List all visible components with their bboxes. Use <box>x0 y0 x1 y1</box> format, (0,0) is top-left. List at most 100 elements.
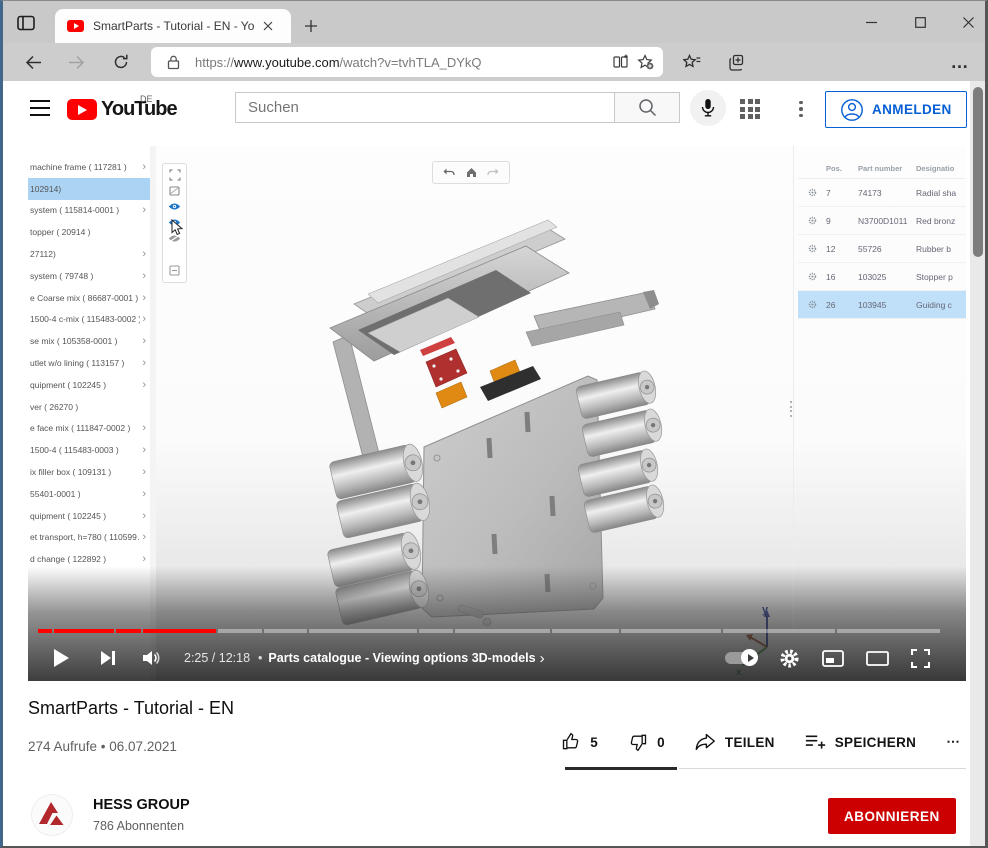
tree-item[interactable]: ix filler box ( 109131 )› <box>28 461 150 483</box>
tree-item[interactable]: e face mix ( 111847-0002 )› <box>28 418 150 440</box>
subscribe-button[interactable]: ABONNIEREN <box>828 798 956 834</box>
video-player[interactable]: machine frame ( 117281 )›102914)system (… <box>28 146 966 681</box>
scrollbar-thumb[interactable] <box>973 87 983 257</box>
box-view-icon[interactable] <box>168 185 181 196</box>
row-gear-icon[interactable] <box>798 300 826 309</box>
tree-item[interactable]: ver ( 26270 ) <box>28 396 150 418</box>
progress-segment-watched[interactable] <box>38 629 52 633</box>
forward-button[interactable] <box>63 49 89 75</box>
like-button[interactable]: 5 <box>561 732 598 752</box>
channel-avatar[interactable] <box>31 794 73 836</box>
guide-menu-icon[interactable] <box>30 100 50 116</box>
progress-segment[interactable] <box>309 629 417 633</box>
youtube-apps-icon[interactable] <box>738 97 762 121</box>
progress-segment[interactable] <box>218 629 262 633</box>
tree-item[interactable]: 1500-4 c-mix ( 115483-0002 )› <box>28 309 150 331</box>
tab-close-icon[interactable] <box>259 17 277 35</box>
tree-item[interactable]: system ( 79748 )› <box>28 265 150 287</box>
chevron-right-icon[interactable]: › <box>142 488 146 500</box>
progress-segment-watched[interactable] <box>116 629 141 633</box>
search-box[interactable] <box>235 92 615 123</box>
window-close-button[interactable] <box>951 9 985 35</box>
progress-segment[interactable] <box>455 629 550 633</box>
refresh-button[interactable] <box>108 49 134 75</box>
page-scrollbar[interactable] <box>970 81 985 848</box>
collections-icon[interactable] <box>725 49 751 75</box>
chapter-chevron-icon[interactable]: › <box>540 650 545 667</box>
chevron-right-icon[interactable]: › <box>142 357 146 369</box>
tree-item[interactable]: 102914) <box>28 178 150 200</box>
chevron-right-icon[interactable]: › <box>142 510 146 522</box>
progress-segment[interactable] <box>419 629 453 633</box>
table-row[interactable]: 774173Radial sha <box>798 179 966 207</box>
chevron-right-icon[interactable]: › <box>142 379 146 391</box>
progress-segment-watched[interactable] <box>54 629 114 633</box>
chevron-right-icon[interactable]: › <box>142 422 146 434</box>
channel-name[interactable]: HESS GROUP <box>93 797 190 813</box>
chevron-right-icon[interactable]: › <box>142 444 146 456</box>
tree-item[interactable]: se mix ( 105358-0001 )› <box>28 330 150 352</box>
chevron-right-icon[interactable]: › <box>142 270 146 282</box>
progress-segment[interactable] <box>552 629 619 633</box>
new-tab-button[interactable] <box>299 15 323 37</box>
undo-icon[interactable] <box>443 167 455 179</box>
tree-item[interactable]: system ( 115814-0001 )› <box>28 200 150 222</box>
table-row[interactable]: 1255726Rubber b <box>798 235 966 263</box>
play-button[interactable] <box>52 648 70 668</box>
tree-item[interactable]: e Coarse mix ( 86687-0001 )› <box>28 287 150 309</box>
split-screen-icon[interactable] <box>609 50 633 74</box>
save-button[interactable]: SPEICHERN <box>805 734 916 750</box>
progress-segment[interactable] <box>621 629 721 633</box>
more-actions-button[interactable]: ⋯ <box>946 734 960 750</box>
show-eye-icon[interactable] <box>168 201 181 212</box>
row-gear-icon[interactable] <box>798 216 826 225</box>
favorites-bar-icon[interactable] <box>679 49 705 75</box>
address-bar[interactable]: https://www.youtube.com/watch?v=tvhTLA_D… <box>151 47 663 77</box>
browser-settings-icon[interactable]: … <box>947 49 973 75</box>
tab-actions-menu-icon[interactable] <box>14 12 38 34</box>
miniplayer-icon[interactable] <box>822 650 844 667</box>
table-row[interactable]: 9N3700D1011Red bronz <box>798 207 966 235</box>
tree-item[interactable]: topper ( 20914 ) <box>28 221 150 243</box>
chapter-title[interactable]: Parts catalogue - Viewing options 3D-mod… <box>268 651 535 665</box>
progress-segment-watched[interactable] <box>143 629 216 633</box>
browser-tab[interactable]: SmartParts - Tutorial - EN - YouT <box>55 9 291 43</box>
tree-item[interactable]: quipment ( 102245 )› <box>28 505 150 527</box>
progress-bar[interactable] <box>38 629 942 633</box>
chevron-right-icon[interactable]: › <box>142 553 146 565</box>
panel-resize-handle[interactable] <box>790 401 792 417</box>
row-gear-icon[interactable] <box>798 272 826 281</box>
chevron-right-icon[interactable]: › <box>142 335 146 347</box>
theater-mode-icon[interactable] <box>866 651 889 666</box>
tree-item[interactable]: 1500-4 ( 115483-0003 )› <box>28 439 150 461</box>
collapse-icon[interactable] <box>168 265 181 276</box>
autoplay-toggle[interactable] <box>725 652 757 664</box>
fullscreen-icon[interactable] <box>911 649 930 668</box>
tree-item[interactable]: et transport, h=780 ( 110599…› <box>28 527 150 549</box>
add-favorite-icon[interactable] <box>633 50 657 74</box>
settings-gear-icon[interactable] <box>779 648 800 669</box>
youtube-logo[interactable]: YouTube <box>67 98 177 121</box>
chevron-right-icon[interactable]: › <box>142 204 146 216</box>
redo-icon[interactable] <box>487 167 499 179</box>
progress-segment[interactable] <box>723 629 835 633</box>
share-button[interactable]: TEILEN <box>695 733 775 751</box>
table-row[interactable]: 26103945Guiding c <box>798 291 966 319</box>
chevron-right-icon[interactable]: › <box>142 292 146 304</box>
tree-item[interactable]: machine frame ( 117281 )› <box>28 156 150 178</box>
voice-search-button[interactable] <box>690 90 726 126</box>
tree-item[interactable]: utlet w/o lining ( 113157 )› <box>28 352 150 374</box>
fit-view-icon[interactable] <box>168 169 181 180</box>
progress-segment[interactable] <box>837 629 940 633</box>
sign-in-button[interactable]: ANMELDEN <box>825 91 967 128</box>
table-row[interactable]: 16103025Stopper p <box>798 263 966 291</box>
tree-item[interactable]: quipment ( 102245 )› <box>28 374 150 396</box>
chevron-right-icon[interactable]: › <box>142 313 146 325</box>
search-button[interactable] <box>614 92 680 123</box>
row-gear-icon[interactable] <box>798 244 826 253</box>
chevron-right-icon[interactable]: › <box>142 531 146 543</box>
chevron-right-icon[interactable]: › <box>142 161 146 173</box>
chevron-right-icon[interactable]: › <box>142 248 146 260</box>
next-button[interactable] <box>100 650 116 666</box>
row-gear-icon[interactable] <box>798 188 826 197</box>
